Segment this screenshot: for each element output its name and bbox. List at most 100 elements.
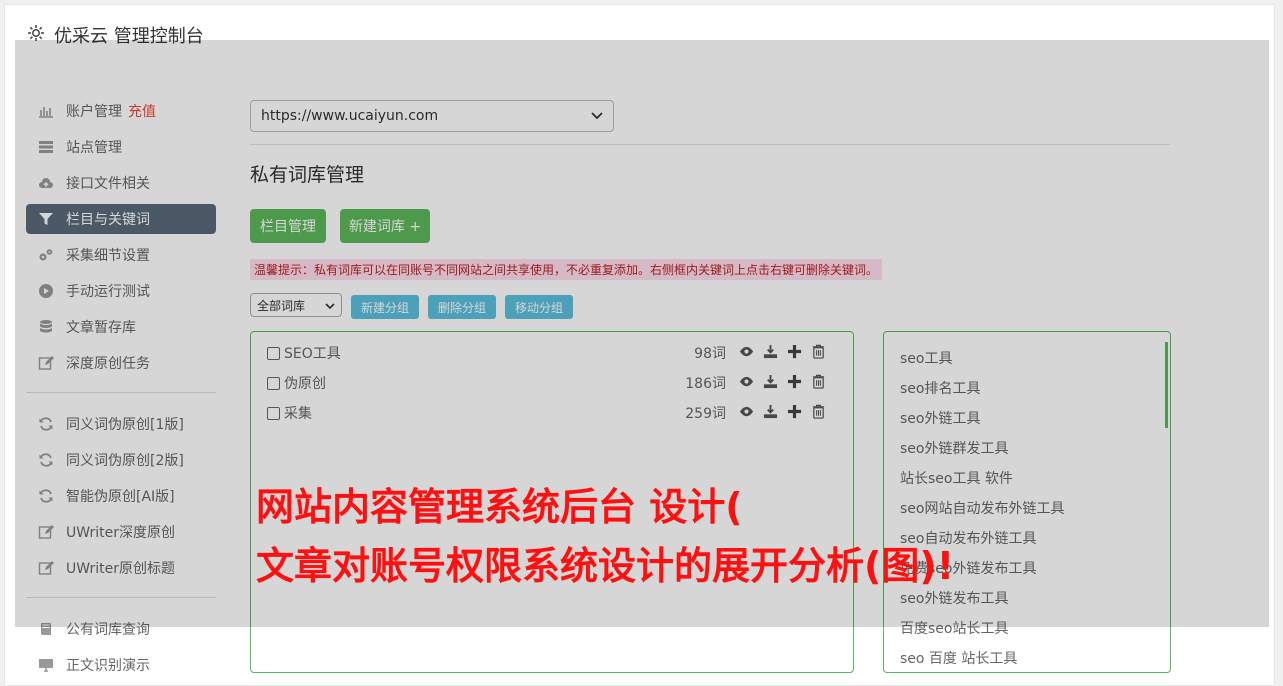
sidebar-item-collect-settings[interactable]: 采集细节设置 — [26, 240, 216, 270]
trash-icon[interactable] — [811, 374, 826, 393]
sidebar-divider — [26, 597, 216, 598]
sidebar-item-label: 同义词伪原创[2版] — [66, 453, 184, 469]
library-name[interactable]: 采集 — [284, 403, 312, 423]
keyword-item[interactable]: seo外链工具 — [900, 408, 980, 428]
library-checkbox[interactable] — [267, 346, 280, 360]
sidebar-item-label: 智能伪原创[AI版] — [66, 489, 175, 505]
headline-line-2: 文章对账号权限系统设计的展开分析(图)! — [256, 544, 955, 588]
keyword-item[interactable]: seo工具 — [900, 348, 952, 368]
keyword-item[interactable]: 百度seo站长工具 — [900, 618, 1008, 638]
gear-icon — [26, 23, 46, 47]
list-item: 采集 259词 — [267, 402, 842, 424]
sidebar-item-columns-keywords[interactable]: 栏目与关键词 — [26, 204, 216, 234]
list-item: 伪原创 186词 — [267, 372, 842, 394]
filter-icon — [38, 211, 54, 227]
library-count: 259词 — [685, 406, 726, 422]
plus-icon[interactable] — [787, 404, 802, 423]
sidebar-item-interface[interactable]: 接口文件相关 — [26, 168, 216, 198]
sidebar-divider — [26, 392, 216, 393]
plus-icon[interactable] — [787, 374, 802, 393]
keyword-item[interactable]: seo外链群发工具 — [900, 438, 1008, 458]
sidebar-item-synonym-v1[interactable]: 同义词伪原创[1版] — [26, 409, 216, 439]
eye-icon[interactable] — [739, 404, 754, 423]
sidebar-item-label: UWriter深度原创 — [66, 525, 175, 541]
library-checkbox[interactable] — [267, 406, 280, 420]
sidebar-item-deep-original[interactable]: 深度原创任务 — [26, 348, 216, 378]
edit-icon — [38, 524, 54, 540]
edit-icon — [38, 560, 54, 576]
sidebar-item-label: 公有词库查询 — [66, 622, 150, 638]
headline-line-1: 网站内容管理系统后台 设计( — [256, 485, 743, 529]
library-count: 186词 — [685, 376, 726, 392]
sidebar-item-label: 正文识别演示 — [66, 658, 150, 674]
move-group-button[interactable]: 移动分组 — [505, 295, 573, 319]
refresh-icon — [38, 488, 54, 504]
sidebar-item-label: UWriter原创标题 — [66, 561, 175, 577]
sidebar-item-sites[interactable]: 站点管理 — [26, 132, 216, 162]
keyword-list-panel[interactable]: seo工具 seo排名工具 seo外链工具 seo外链群发工具 站长seo工具 … — [883, 331, 1171, 673]
keyword-item[interactable]: seo 百度 站长工具 — [900, 648, 1017, 668]
database-icon — [38, 319, 54, 335]
sidebar-item-label: 文章暂存库 — [66, 320, 136, 336]
column-manage-button[interactable]: 栏目管理 — [250, 209, 326, 243]
sidebar-item-label: 同义词伪原创[1版] — [66, 417, 184, 433]
site-select[interactable]: https://www.ucaiyun.com — [250, 100, 614, 132]
refresh-icon — [38, 452, 54, 468]
sidebar-item-text-recognition[interactable]: 正文识别演示 — [26, 650, 216, 680]
keyword-item[interactable]: seo排名工具 — [900, 378, 980, 398]
plus-icon[interactable] — [787, 344, 802, 363]
sidebar-item-uwriter-title[interactable]: UWriter原创标题 — [26, 553, 216, 583]
trash-icon[interactable] — [811, 404, 826, 423]
delete-group-button[interactable]: 删除分组 — [428, 295, 496, 319]
eye-icon[interactable] — [739, 374, 754, 393]
bar-chart-icon — [38, 103, 54, 119]
library-count: 98词 — [694, 346, 726, 362]
new-library-button[interactable]: 新建词库 + — [340, 209, 430, 243]
sidebar-item-public-lib[interactable]: 公有词库查询 — [26, 614, 216, 644]
library-name[interactable]: 伪原创 — [284, 373, 326, 393]
sidebar: 账户管理 充值 站点管理 接口文件相关 栏目与关键词 采集细节设置 手动运行测试… — [26, 96, 216, 686]
download-icon[interactable] — [763, 374, 778, 393]
page-title: 私有词库管理 — [250, 164, 365, 186]
recharge-link[interactable]: 充值 — [128, 101, 156, 121]
keyword-item[interactable]: seo外链发布工具 — [900, 588, 1008, 608]
sidebar-item-label: 采集细节设置 — [66, 248, 150, 264]
sidebar-item-uwriter-deep[interactable]: UWriter深度原创 — [26, 517, 216, 547]
sidebar-item-label: 站点管理 — [66, 140, 122, 156]
play-circle-icon — [38, 283, 54, 299]
sidebar-item-ai-rewrite[interactable]: 智能伪原创[AI版] — [26, 481, 216, 511]
scrollbar[interactable] — [1165, 342, 1168, 428]
keyword-item[interactable]: seo网站自动发布外链工具 — [900, 498, 1064, 518]
book-icon — [38, 621, 54, 637]
topbar: 优采云 管理控制台 — [26, 22, 204, 48]
keyword-item[interactable]: 站长seo工具 软件 — [900, 468, 1013, 488]
cloud-upload-icon — [38, 175, 54, 191]
download-icon[interactable] — [763, 404, 778, 423]
library-filter-select[interactable]: 全部词库 — [250, 293, 342, 317]
download-icon[interactable] — [763, 344, 778, 363]
sidebar-item-label: 栏目与关键词 — [66, 212, 150, 228]
divider — [250, 144, 1170, 145]
refresh-icon — [38, 416, 54, 432]
trash-icon[interactable] — [811, 344, 826, 363]
eye-icon[interactable] — [739, 344, 754, 363]
chevron-down-icon — [591, 108, 603, 124]
gears-icon — [38, 247, 54, 263]
site-select-value: https://www.ucaiyun.com — [261, 108, 439, 124]
library-filter-value: 全部词库 — [257, 298, 306, 313]
monitor-icon — [38, 657, 54, 673]
library-checkbox[interactable] — [267, 376, 280, 390]
sidebar-item-synonym-v2[interactable]: 同义词伪原创[2版] — [26, 445, 216, 475]
sidebar-item-article-store[interactable]: 文章暂存库 — [26, 312, 216, 342]
sidebar-item-manual-run[interactable]: 手动运行测试 — [26, 276, 216, 306]
main-content: https://www.ucaiyun.com — [250, 100, 1170, 132]
new-group-button[interactable]: 新建分组 — [351, 295, 419, 319]
sidebar-item-account[interactable]: 账户管理 充值 — [26, 96, 216, 126]
sidebar-item-label: 深度原创任务 — [66, 356, 150, 372]
sidebar-item-label: 接口文件相关 — [66, 176, 150, 192]
library-name[interactable]: SEO工具 — [284, 343, 341, 363]
server-icon — [38, 139, 54, 155]
chevron-down-icon — [325, 298, 335, 312]
sidebar-item-label: 账户管理 — [66, 104, 122, 120]
list-item: SEO工具 98词 — [267, 342, 842, 364]
